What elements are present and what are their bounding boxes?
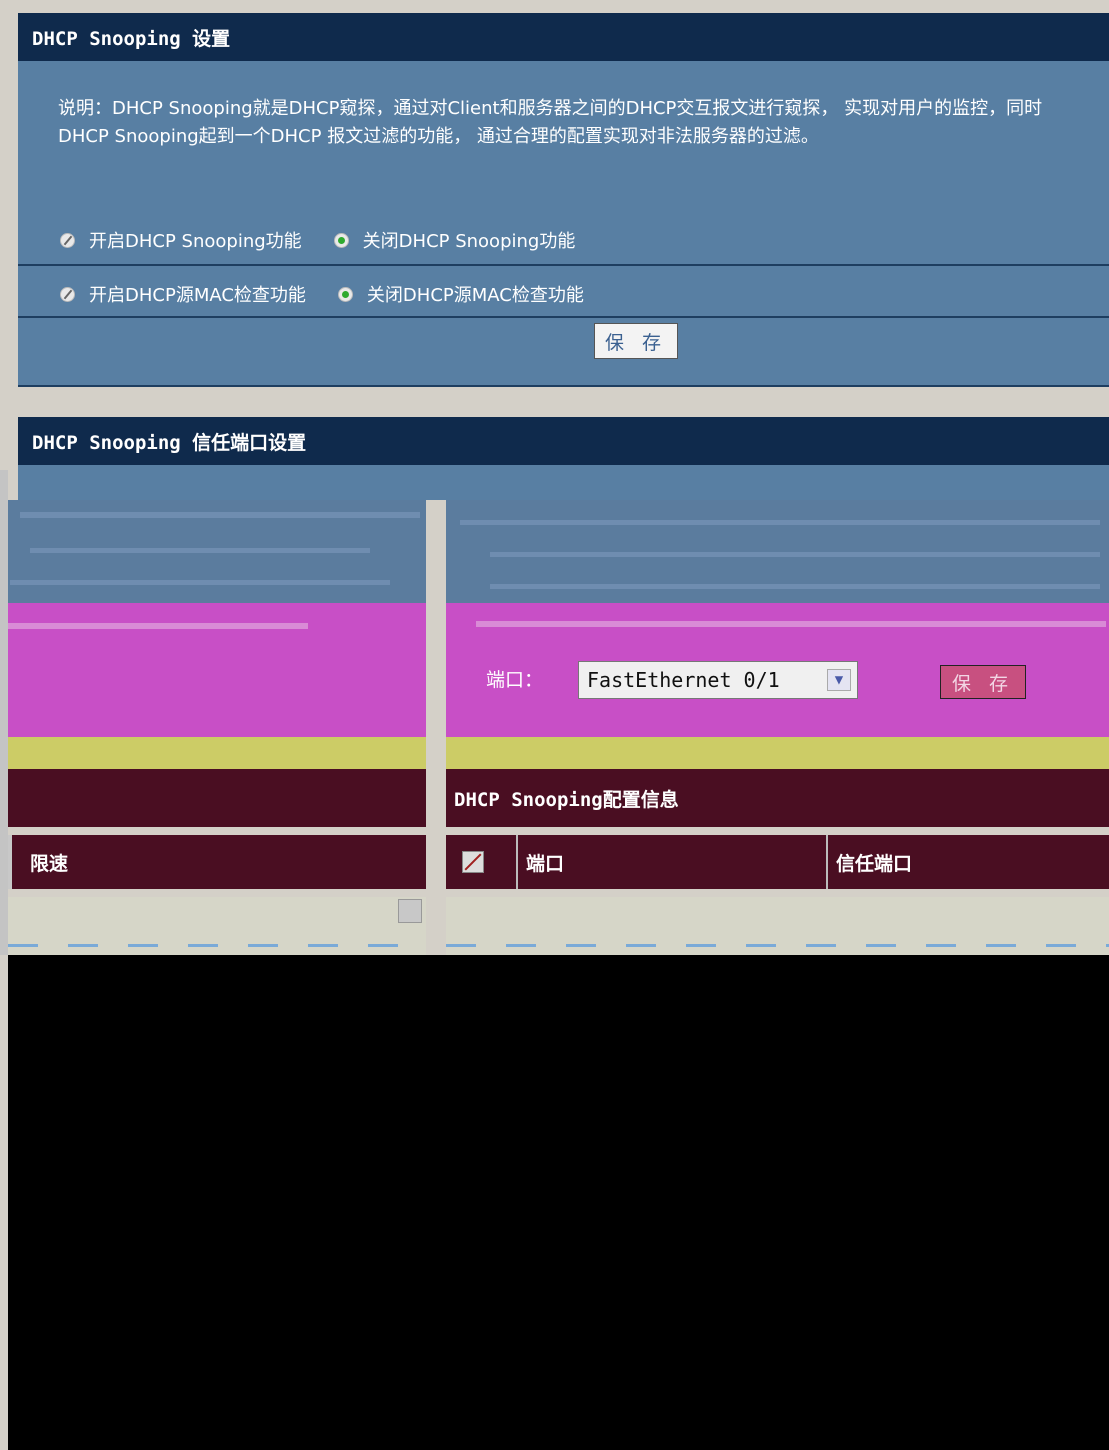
port-label: 端口： <box>486 669 544 691</box>
trusted-port-column-label: 信任端口 <box>836 852 913 875</box>
select-all-cell <box>446 835 516 889</box>
mac-check-off-radio[interactable] <box>337 286 353 302</box>
snooping-settings-header: DHCP Snooping 设置 <box>18 13 1109 61</box>
select-all-checkbox[interactable] <box>462 851 484 873</box>
port-select-value: FastEthernet 0/1 <box>587 668 780 692</box>
spacer-band <box>8 737 1109 769</box>
panel-bottom-border <box>18 385 1109 387</box>
trusted-port-column-header: 信任端口 <box>826 835 1109 889</box>
glitch-line <box>20 512 420 518</box>
glitch-line <box>460 520 1100 525</box>
glitch-line <box>490 552 1100 557</box>
port-column-header: 端口 <box>516 835 826 889</box>
trust-port-title: DHCP Snooping 信任端口设置 <box>32 431 307 454</box>
mac-check-off-option[interactable]: 关闭DHCP源MAC检查功能 <box>337 281 584 307</box>
snooping-on-label: 开启DHCP Snooping功能 <box>89 231 302 252</box>
snooping-settings-panel: 说明：DHCP Snooping就是DHCP窥探，通过对Client和服务器之间… <box>18 61 1109 387</box>
mac-check-on-label: 开启DHCP源MAC检查功能 <box>89 285 306 306</box>
glitch-line <box>8 944 426 947</box>
rate-limit-column: 限速 <box>30 852 69 875</box>
trust-port-left-panel <box>8 603 426 737</box>
left-strip <box>0 470 8 955</box>
snooping-radio-row: 开启DHCP Snooping功能 关闭DHCP Snooping功能 <box>18 216 1109 264</box>
mac-check-on-option[interactable]: 开启DHCP源MAC检查功能 <box>60 281 306 307</box>
mac-check-radio-row: 开启DHCP源MAC检查功能 关闭DHCP源MAC检查功能 <box>18 270 1109 318</box>
row-separator <box>18 264 1109 266</box>
edit-icon[interactable] <box>398 899 422 923</box>
glitch-line <box>10 580 390 585</box>
snooping-off-radio[interactable] <box>333 232 349 248</box>
config-table-header-row: 端口 信任端口 <box>446 835 1109 889</box>
blank-area <box>8 955 1109 1450</box>
save-trust-port-button[interactable]: 保 存 <box>940 665 1026 699</box>
chevron-down-icon[interactable]: ▼ <box>827 669 851 691</box>
config-info-title: DHCP Snooping配置信息 <box>454 788 679 811</box>
port-select[interactable]: FastEthernet 0/1 ▼ <box>578 661 858 699</box>
snooping-on-radio[interactable] <box>60 232 75 248</box>
config-info-header: DHCP Snooping配置信息 <box>446 769 1109 827</box>
mac-check-off-label: 关闭DHCP源MAC检查功能 <box>366 285 584 306</box>
trust-port-form: 端口： FastEthernet 0/1 ▼ 保 存 <box>446 603 1109 737</box>
save-snooping-button[interactable]: 保 存 <box>594 323 678 359</box>
trust-port-header: DHCP Snooping 信任端口设置 <box>18 417 1109 465</box>
left-table-column-header: 限速 <box>8 835 426 889</box>
snooping-off-label: 关闭DHCP Snooping功能 <box>362 231 576 252</box>
glitch-line <box>8 623 308 629</box>
snooping-settings-title: DHCP Snooping 设置 <box>32 27 231 50</box>
glitch-line <box>490 584 1100 589</box>
column-divider <box>426 509 446 955</box>
mac-check-on-radio[interactable] <box>60 286 75 302</box>
trust-port-panel <box>18 465 1109 500</box>
glitch-line <box>30 548 370 553</box>
snooping-off-option[interactable]: 关闭DHCP Snooping功能 <box>333 227 576 253</box>
left-table-header <box>8 769 426 827</box>
port-column-label: 端口 <box>526 852 565 875</box>
glitch-line <box>476 621 1106 627</box>
snooping-on-option[interactable]: 开启DHCP Snooping功能 <box>60 227 302 253</box>
glitch-line <box>446 944 1109 947</box>
row-separator <box>18 316 1109 318</box>
snooping-description: 说明：DHCP Snooping就是DHCP窥探，通过对Client和服务器之间… <box>58 98 1043 147</box>
